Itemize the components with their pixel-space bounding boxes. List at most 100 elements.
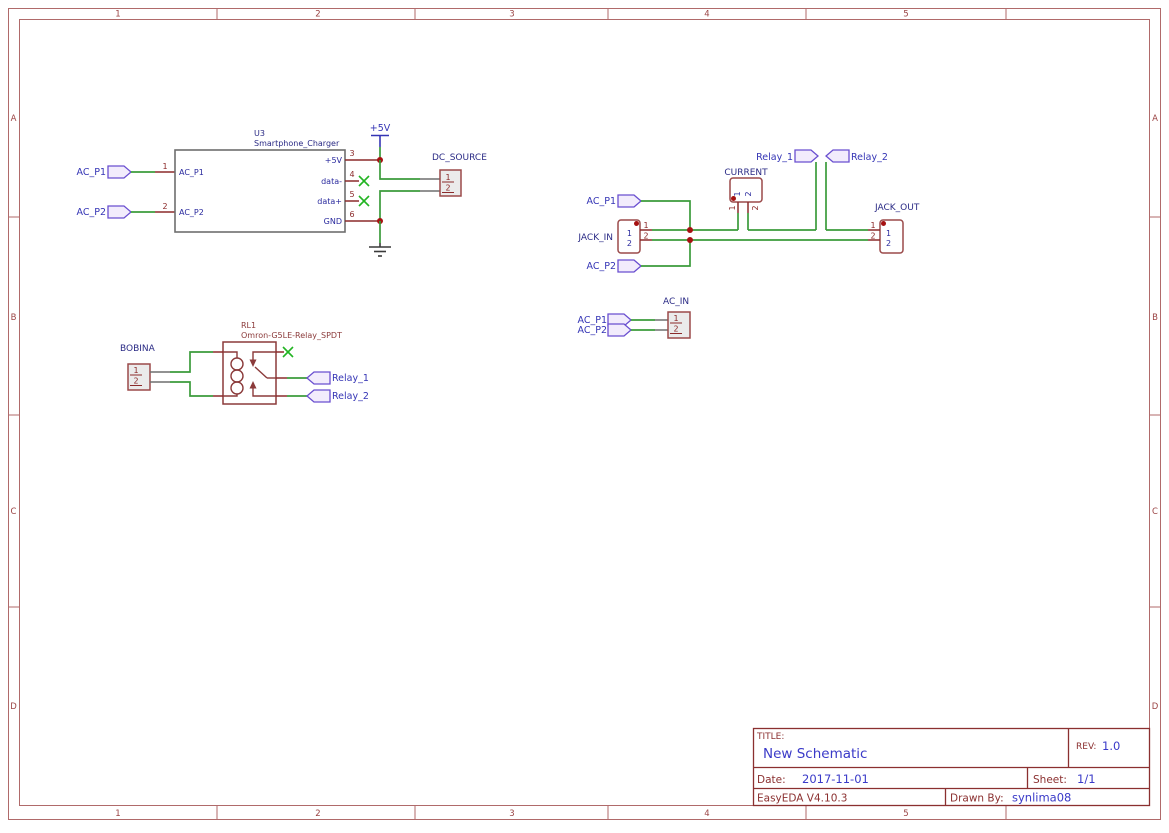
pin-number: 4 xyxy=(349,170,354,179)
net-flag-shape[interactable] xyxy=(617,194,642,208)
ac-in-circuit[interactable]: AC_IN AC_P1 AC_P2 1 2 xyxy=(578,297,691,339)
component-jack-out[interactable]: JACK_OUT 1 2 1 2 xyxy=(868,203,920,254)
sheet-frame: 1 2 3 4 5 1 2 3 4 5 A B C D A B C D xyxy=(8,8,1161,820)
net-flag-shape[interactable] xyxy=(617,259,642,273)
connector-name: BOBINA xyxy=(120,344,156,354)
ground-symbol[interactable] xyxy=(369,243,391,257)
title-label: TITLE: xyxy=(756,732,784,742)
net-flag-ac-p2[interactable]: AC_P2 xyxy=(77,205,132,219)
u3-ref: U3 xyxy=(254,129,265,138)
frame-col-label: 4 xyxy=(704,809,709,819)
pin-name: data- xyxy=(321,177,342,186)
junction-dot xyxy=(687,237,693,243)
component-jack-in[interactable]: JACK_IN 1 2 1 2 xyxy=(577,219,652,254)
wire[interactable] xyxy=(379,190,420,221)
pin-name: AC_P1 xyxy=(179,168,204,177)
frame-row-label: C xyxy=(11,507,17,517)
frame-row-label: B xyxy=(1152,313,1158,323)
wire[interactable] xyxy=(379,160,420,180)
pin-number: 2 xyxy=(870,232,875,241)
wire[interactable] xyxy=(170,351,213,373)
net-flag-relay-1-top[interactable]: Relay_1 xyxy=(756,149,819,163)
net-flag-relay-1[interactable]: Relay_1 xyxy=(306,371,369,385)
net-flag-shape[interactable] xyxy=(306,389,331,403)
frame-col-label: 2 xyxy=(315,10,320,20)
pin-name: +5V xyxy=(325,156,343,165)
net-label: Relay_2 xyxy=(851,152,888,163)
pin-name: 2 xyxy=(744,191,753,196)
pin-number: 6 xyxy=(349,210,354,219)
power-net-label: +5V xyxy=(370,123,391,134)
connector-body[interactable] xyxy=(127,363,151,391)
pin-number: 2 xyxy=(445,184,450,193)
title-block[interactable]: TITLE: New Schematic REV: 1.0 Date: 2017… xyxy=(752,727,1151,807)
junction-dot xyxy=(687,227,693,233)
net-label: Relay_1 xyxy=(756,152,793,163)
net-flag-relay-2-top[interactable]: Relay_2 xyxy=(825,149,888,163)
pin-name: 1 xyxy=(733,191,742,196)
net-flag-ac-p2-acin[interactable]: AC_P2 xyxy=(578,323,632,337)
drawn-by-label: Drawn By: xyxy=(950,793,1004,805)
relay-circuit[interactable]: BOBINA 1 2 RL1 Omron-G5LE-Relay_SPDT Rel… xyxy=(120,321,369,405)
pin-number: 1 xyxy=(870,221,875,230)
net-flag-ac-p1[interactable]: AC_P1 xyxy=(77,165,132,179)
net-label: AC_P2 xyxy=(587,261,617,272)
pin-name: 1 xyxy=(886,229,891,238)
connector-name: AC_IN xyxy=(663,297,689,307)
pin-name: GND xyxy=(324,217,342,226)
connector-name: JACK_OUT xyxy=(874,203,920,213)
pin-number: 3 xyxy=(349,149,354,158)
rev-value[interactable]: 1.0 xyxy=(1102,739,1120,753)
connector-name: JACK_IN xyxy=(577,233,613,243)
connector-body[interactable] xyxy=(667,311,691,339)
component-dc-source[interactable]: DC_SOURCE 1 2 xyxy=(420,153,487,197)
net-label: Relay_2 xyxy=(332,391,369,402)
schematic-canvas[interactable]: 1 2 3 4 5 1 2 3 4 5 A B C D A B C D TITL… xyxy=(0,0,1169,828)
charger-circuit[interactable]: AC_P1 AC_P2 U3 Smartphone_Charger 1 2 AC… xyxy=(77,123,488,257)
pin-number: 2 xyxy=(162,202,167,211)
component-current[interactable]: CURRENT 1 2 1 2 xyxy=(724,168,768,213)
frame-row-label: C xyxy=(1152,507,1158,517)
schematic-sheet: 1 2 3 4 5 1 2 3 4 5 A B C D A B C D TITL… xyxy=(0,0,1169,828)
pin-name: 2 xyxy=(886,239,891,248)
frame-col-label: 2 xyxy=(315,809,320,819)
net-label: AC_P1 xyxy=(77,167,107,178)
net-flag-shape[interactable] xyxy=(825,149,850,163)
net-flag-shape[interactable] xyxy=(107,165,132,179)
net-flag-ac-p1-mid[interactable]: AC_P1 xyxy=(587,194,642,208)
rl1-value: Omron-G5LE-Relay_SPDT xyxy=(241,331,342,340)
connector-name: DC_SOURCE xyxy=(432,153,487,163)
frame-row-label: D xyxy=(10,702,17,712)
net-flag-shape[interactable] xyxy=(607,323,632,337)
net-label: AC_P2 xyxy=(77,207,107,218)
net-flag-ac-p2-mid[interactable]: AC_P2 xyxy=(587,259,642,273)
pin-name: AC_P2 xyxy=(179,208,204,217)
pin-number: 1 xyxy=(162,162,167,171)
drawn-by-value[interactable]: synlima08 xyxy=(1012,791,1071,805)
wire[interactable] xyxy=(170,381,213,397)
u3-body[interactable] xyxy=(174,149,346,233)
jack-loop-circuit[interactable]: Relay_1 Relay_2 CURRENT 1 2 1 2 AC_P1 AC… xyxy=(577,149,920,273)
frame-col-label: 5 xyxy=(903,10,908,20)
pin-number: 2 xyxy=(643,232,648,241)
wire[interactable] xyxy=(641,240,691,267)
frame-row-label: A xyxy=(1152,114,1158,124)
component-u3[interactable]: U3 Smartphone_Charger 1 2 AC_P1 AC_P2 3 … xyxy=(162,129,380,233)
pin-number: 1 xyxy=(673,314,678,323)
frame-col-label: 3 xyxy=(509,809,514,819)
frame-col-label: 1 xyxy=(115,809,120,819)
component-ac-in[interactable]: 1 2 xyxy=(667,311,691,339)
power-flag-5v[interactable]: +5V xyxy=(370,123,391,147)
pin-number: 2 xyxy=(751,205,760,210)
net-flag-shape[interactable] xyxy=(306,371,331,385)
component-bobina[interactable]: BOBINA 1 2 xyxy=(120,344,170,391)
net-flag-shape[interactable] xyxy=(794,149,819,163)
pin-number: 2 xyxy=(133,377,138,386)
net-flag-shape[interactable] xyxy=(107,205,132,219)
frame-col-label: 1 xyxy=(115,10,120,20)
schematic-title[interactable]: New Schematic xyxy=(763,746,867,762)
pin-number: 1 xyxy=(445,173,450,182)
sheet-value[interactable]: 1/1 xyxy=(1077,772,1096,786)
date-value[interactable]: 2017-11-01 xyxy=(802,772,869,786)
net-flag-relay-2[interactable]: Relay_2 xyxy=(306,389,369,403)
